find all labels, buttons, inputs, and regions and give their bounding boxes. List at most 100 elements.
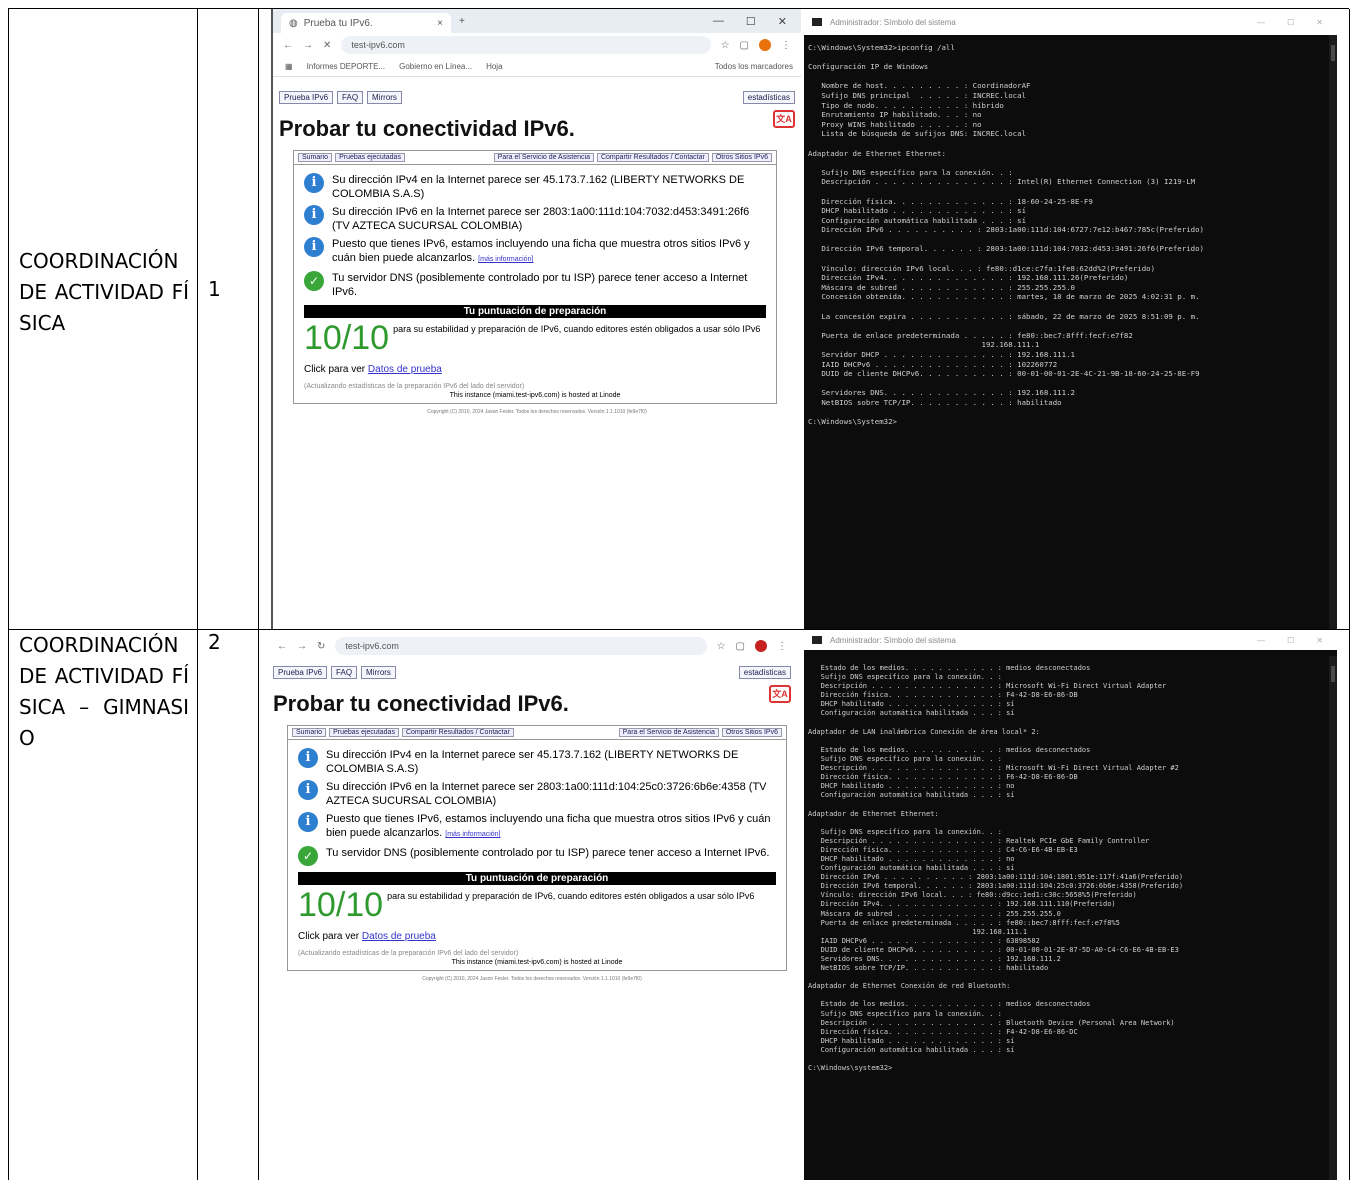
address-bar-row: ← → ↻ test-ipv6.com ☆ ▢ ⋮ <box>267 634 797 658</box>
terminal-line: NetBIOS sobre TCP/IP. . . . . . . . . . … <box>808 397 1062 407</box>
help-tab: Para el Servicio de Asistencia <box>618 728 719 737</box>
address-bar-row: ← → ✕ test-ipv6.com ☆ ▢ ⋮ <box>273 33 801 57</box>
minimize-icon: — <box>712 14 724 27</box>
hosted-note: This instance (miami.test-ipv6.com) is h… <box>449 392 621 399</box>
terminal-line: Estado de los medios. . . . . . . . . . … <box>808 664 1091 672</box>
sub-tab: Sumario <box>298 153 333 162</box>
score-description: para su estabilidad y preparación de IPv… <box>387 891 755 901</box>
terminal-line: Dirección física. . . . . . . . . . . . … <box>808 196 1093 206</box>
sub-tab: Pruebas ejecutadas <box>335 153 405 162</box>
terminal-line: Descripción . . . . . . . . . . . . . . … <box>808 177 1196 187</box>
terminal-line: DUID de cliente DHCPv6. . . . . . . . . … <box>808 369 1200 379</box>
terminal-title: Administrador: Símbolo del sistema <box>830 17 956 27</box>
close-window-icon: ✕ <box>777 15 787 28</box>
score-block: 10/10 para su estabilidad y preparación … <box>288 887 786 923</box>
terminal-titlebar: Administrador: Símbolo del sistema — ☐ ✕ <box>804 630 1337 650</box>
window-controls: — ☐ ✕ <box>713 15 801 28</box>
terminal-line: Descripción . . . . . . . . . . . . . . … <box>808 1018 1175 1027</box>
message-text: Su dirección IPv4 en la Internet parece … <box>332 174 745 200</box>
terminal-line: Sufijo DNS específico para la conexión. … <box>808 754 1002 763</box>
terminal-icon <box>812 636 822 644</box>
minimize-icon: — <box>1257 17 1266 27</box>
area-label: COORDINACIÓN DE ACTIVIDAD FÍSICA – GIMNA… <box>19 633 189 750</box>
more-info-link: [más información] <box>478 256 534 263</box>
terminal-line: Dirección física. . . . . . . . . . . . … <box>808 691 1078 700</box>
star-icon: ☆ <box>716 640 726 652</box>
nav-tab: Prueba IPv6 <box>279 91 334 104</box>
terminal-line: DHCP habilitado . . . . . . . . . . . . … <box>808 206 1027 216</box>
maximize-icon: ☐ <box>1287 635 1295 645</box>
message-text: Su dirección IPv4 en la Internet parece … <box>326 749 739 775</box>
result-message: i Puesto que tienes IPv6, estamos incluye… <box>294 235 776 269</box>
score-heading: Tu puntuación de preparación <box>304 305 766 318</box>
terminal-line: IAID DHCPv6 . . . . . . . . . . . . . . … <box>808 936 1040 945</box>
updating-note: (Actualizando estadísticas de la prepara… <box>298 950 519 957</box>
close-window-icon: ✕ <box>1316 17 1323 27</box>
terminal-line: C:\Windows\system32> <box>808 1064 893 1073</box>
info-icon: i <box>304 237 324 257</box>
terminal-line: NetBIOS sobre TCP/IP. . . . . . . . . . … <box>808 964 1049 973</box>
terminal-line: Servidores DNS. . . . . . . . . . . . . … <box>808 388 1075 398</box>
score-description: para su estabilidad y preparación de IPv… <box>393 324 761 334</box>
score-heading: Tu puntuación de preparación <box>298 872 776 885</box>
site-nav: Prueba IPv6 FAQ Mirrors estadísticas <box>279 91 795 104</box>
terminal-line: Descripción . . . . . . . . . . . . . . … <box>808 764 1179 773</box>
result-message: ✓ Tu servidor DNS (posiblemente controlad… <box>288 844 786 868</box>
message-text: Tu servidor DNS (posiblemente controlado… <box>332 272 748 298</box>
info-icon: i <box>304 205 324 225</box>
nav-tab: FAQ <box>331 666 358 679</box>
sub-tab: Otros Sitios IPv6 <box>711 153 772 162</box>
terminal-line: DHCP habilitado . . . . . . . . . . . . … <box>808 700 1015 709</box>
page-footer: Copyright (C) 2010, 2024 Jason Fesler. T… <box>427 409 647 415</box>
translate-icon: 文A <box>769 685 791 703</box>
test-data-link: Datos de prueba <box>361 931 436 942</box>
result-message: i Su dirección IPv4 en la Internet parece… <box>294 171 776 203</box>
terminal-line: Configuración automática habilitada . . … <box>808 709 1015 718</box>
area-cell: COORDINACIÓN DE ACTIVIDAD FÍSICA – GIMNA… <box>9 630 198 1180</box>
reload-icon: ↻ <box>317 640 326 652</box>
score-value: 10/10 <box>304 319 390 357</box>
terminal-line: Dirección IPv4. . . . . . . . . . . . . … <box>808 273 1129 283</box>
terminal-line: 192.168.111.1 <box>808 340 1040 350</box>
help-tab: Para el Servicio de Asistencia <box>493 153 594 162</box>
terminal-line: Configuración automática habilitada . . … <box>808 215 1027 225</box>
page-content: Prueba IPv6 FAQ Mirrors estadísticas Pro… <box>267 658 797 983</box>
page-title-text: Probar tu conectividad IPv6. <box>273 691 569 716</box>
evidence-cell: ← → ↻ test-ipv6.com ☆ ▢ ⋮ Prueba IPv6 FA… <box>259 630 1350 1180</box>
result-message: i Su dirección IPv6 en la Internet parece… <box>294 203 776 235</box>
message-text: Puesto que tienes IPv6, estamos incluyen… <box>326 813 771 839</box>
terminal-line: Estado de los medios. . . . . . . . . . … <box>808 745 1091 754</box>
terminal-line: Proxy WINS habilitado . . . . . : no <box>808 119 982 129</box>
message-text: Su dirección IPv6 en la Internet parece … <box>332 206 750 232</box>
terminal-line: Estado de los medios. . . . . . . . . . … <box>808 1000 1091 1009</box>
menu-icon: ⋮ <box>777 640 787 652</box>
close-tab-icon: × <box>437 17 443 29</box>
row-number: 2 <box>208 630 221 654</box>
terminal-line: Sufijo DNS específico para la conexión. … <box>808 673 1002 682</box>
test-data-line: Click para ver Datos de prueba <box>288 923 786 948</box>
number-cell: 2 <box>198 630 259 1180</box>
message-text: Su dirección IPv6 en la Internet parece … <box>326 781 767 807</box>
terminal-screenshot: Administrador: Símbolo del sistema — ☐ ✕ E… <box>804 630 1337 1180</box>
terminal-output: Estado de los medios. . . . . . . . . . … <box>804 650 1337 1073</box>
url-text: test-ipv6.com <box>351 40 405 50</box>
extensions-icon: ▢ <box>735 640 745 652</box>
back-icon: ← <box>283 39 293 51</box>
terminal-line: Descripción . . . . . . . . . . . . . . … <box>808 836 1150 845</box>
terminal-line: Adaptador de Ethernet Conexión de red Bl… <box>808 982 1011 991</box>
terminal-line: Sufijo DNS principal . . . . . : INCREC.… <box>808 90 1027 100</box>
url-field: test-ipv6.com <box>335 637 707 655</box>
terminal-line: Servidores DNS. . . . . . . . . . . . . … <box>808 955 1061 963</box>
info-icon: i <box>298 812 318 832</box>
menu-icon: ⋮ <box>781 39 791 51</box>
terminal-line: DHCP habilitado . . . . . . . . . . . . … <box>808 1036 1015 1045</box>
terminal-output: C:\Windows\System32>ipconfig /all Config… <box>804 35 1337 427</box>
terminal-line: C:\Windows\System32>ipconfig /all <box>808 43 955 52</box>
table-row: COORDINACIÓN DE ACTIVIDAD FÍSICA 1 ◍ Pru… <box>9 9 1350 630</box>
